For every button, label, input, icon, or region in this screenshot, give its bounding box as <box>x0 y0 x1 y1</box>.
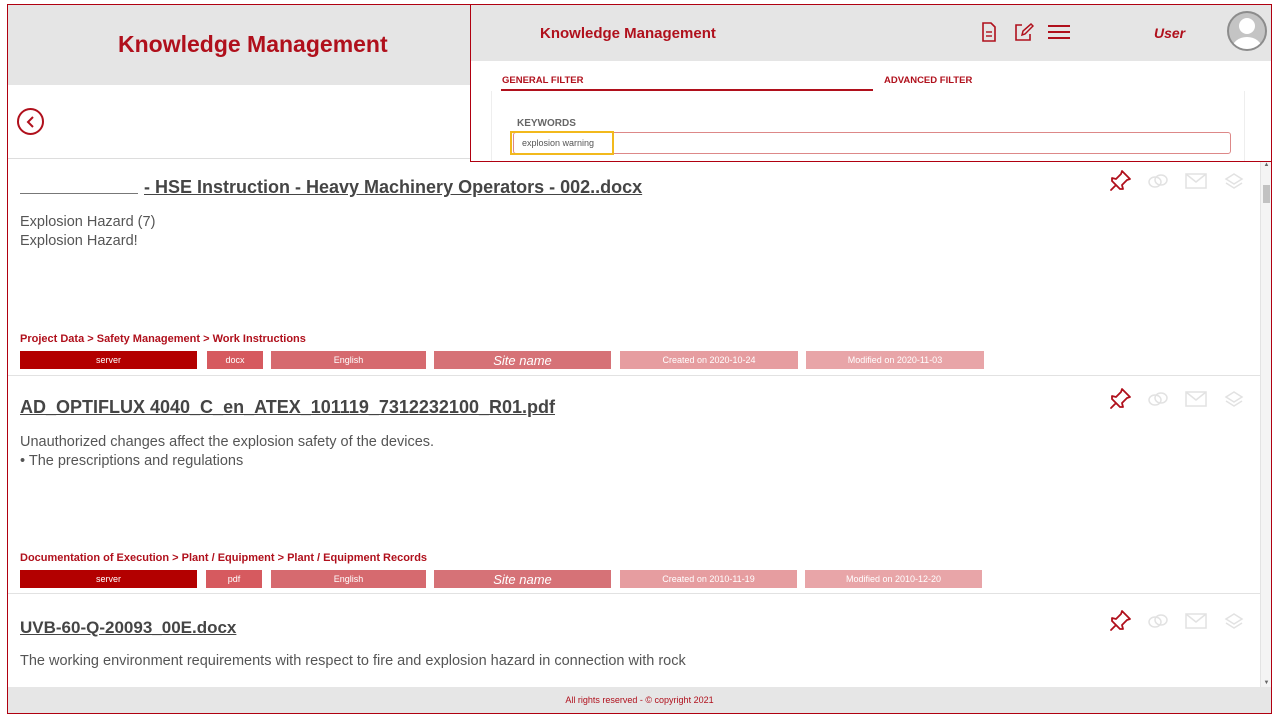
mail-button[interactable] <box>1184 170 1208 192</box>
result-actions <box>1108 170 1246 192</box>
snippet-line: • The prescriptions and regulations <box>20 453 244 469</box>
edit-button[interactable] <box>1014 22 1034 42</box>
pin-icon <box>1110 610 1131 631</box>
result-item: - HSE Instruction - Heavy Machinery Oper… <box>8 160 1262 376</box>
keywords-label: KEYWORDS <box>517 118 576 129</box>
chevron-left-icon <box>26 115 34 128</box>
user-name[interactable]: User <box>1154 25 1185 41</box>
snippet-line: Explosion Hazard (7) <box>20 214 156 230</box>
snippet-line: Explosion Hazard! <box>20 233 138 249</box>
tag-source: server <box>20 570 197 588</box>
result-title[interactable]: - HSE Instruction - Heavy Machinery Oper… <box>144 177 642 198</box>
result-item: UVB-60-Q-20093_00E.docx The working envi… <box>8 594 1262 688</box>
overlay-title: Knowledge Management <box>540 25 716 42</box>
link-icon <box>1148 174 1168 188</box>
link-button[interactable] <box>1146 170 1170 192</box>
link-button[interactable] <box>1146 610 1170 632</box>
mail-button[interactable] <box>1184 610 1208 632</box>
tag-language: English <box>271 351 426 369</box>
tag-format: pdf <box>206 570 262 588</box>
layers-button[interactable] <box>1222 388 1246 410</box>
layers-icon <box>1224 613 1244 629</box>
result-snippet: Explosion Hazard (7) Explosion Hazard! <box>20 213 155 251</box>
pin-button[interactable] <box>1108 170 1132 192</box>
snippet-line: The working environment requirements wit… <box>20 653 686 669</box>
app-title: Knowledge Management <box>118 31 388 57</box>
snippet-line: Unauthorized changes affect the explosio… <box>20 434 435 450</box>
tab-advanced-filter[interactable]: ADVANCED FILTER <box>884 75 972 86</box>
document-button[interactable] <box>979 22 999 42</box>
tag-language: English <box>271 570 426 588</box>
result-item: AD_OPTIFLUX 4040_C_en_ATEX_101119_731223… <box>8 376 1262 594</box>
menu-button[interactable] <box>1046 22 1072 42</box>
results-scrollbar[interactable]: ▲ ▼ <box>1260 160 1271 688</box>
back-button[interactable] <box>17 108 44 135</box>
layers-icon <box>1224 173 1244 189</box>
results-list: - HSE Instruction - Heavy Machinery Oper… <box>8 160 1262 688</box>
document-icon <box>982 22 996 42</box>
pin-icon <box>1110 170 1131 191</box>
mail-icon <box>1185 173 1207 189</box>
edit-icon <box>1015 22 1034 41</box>
link-icon <box>1148 614 1168 628</box>
pin-button[interactable] <box>1108 388 1132 410</box>
tag-site: Site name <box>434 351 611 369</box>
keywords-input[interactable] <box>513 132 1231 154</box>
tag-created: Created on 2020-10-24 <box>620 351 798 369</box>
link-button[interactable] <box>1146 388 1170 410</box>
tag-modified: Modified on 2010-12-20 <box>805 570 982 588</box>
tag-format: docx <box>207 351 263 369</box>
tag-site: Site name <box>434 570 611 588</box>
result-path[interactable]: Project Data > Safety Management > Work … <box>20 333 306 345</box>
pin-button[interactable] <box>1108 610 1132 632</box>
result-actions <box>1108 388 1246 410</box>
result-title[interactable]: AD_OPTIFLUX 4040_C_en_ATEX_101119_731223… <box>20 397 555 418</box>
overlay-header: Knowledge Management User <box>471 5 1271 61</box>
tag-modified: Modified on 2020-11-03 <box>806 351 984 369</box>
tag-source: server <box>20 351 197 369</box>
footer: All rights reserved - © copyright 2021 <box>8 687 1271 713</box>
menu-icon <box>1048 25 1070 39</box>
copyright-text: All rights reserved - © copyright 2021 <box>565 695 714 705</box>
search-filter-overlay: Knowledge Management User GENERAL FILTER… <box>470 4 1272 162</box>
redacted-title-prefix <box>20 193 138 194</box>
link-icon <box>1148 392 1168 406</box>
layers-icon <box>1224 391 1244 407</box>
scroll-thumb[interactable] <box>1263 185 1270 203</box>
result-actions <box>1108 610 1246 632</box>
result-title[interactable]: UVB-60-Q-20093_00E.docx <box>20 618 236 638</box>
layers-button[interactable] <box>1222 170 1246 192</box>
tab-general-filter[interactable]: GENERAL FILTER <box>502 75 583 86</box>
pin-icon <box>1110 388 1131 409</box>
tag-created: Created on 2010-11-19 <box>620 570 797 588</box>
user-avatar[interactable] <box>1227 11 1267 51</box>
mail-icon <box>1185 613 1207 629</box>
user-avatar-icon <box>1232 18 1262 49</box>
result-path[interactable]: Documentation of Execution > Plant / Equ… <box>20 552 427 564</box>
mail-button[interactable] <box>1184 388 1208 410</box>
result-snippet: Unauthorized changes affect the explosio… <box>20 433 434 471</box>
layers-button[interactable] <box>1222 610 1246 632</box>
result-snippet: The working environment requirements wit… <box>20 652 686 671</box>
mail-icon <box>1185 391 1207 407</box>
